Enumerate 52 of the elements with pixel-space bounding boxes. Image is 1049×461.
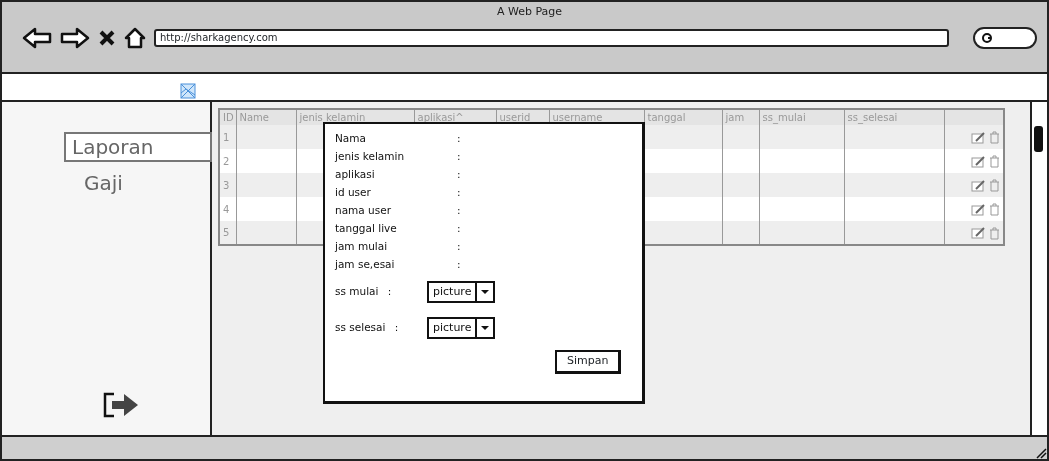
broken-image-icon xyxy=(180,82,196,99)
forward-icon[interactable] xyxy=(60,26,90,49)
search-icon xyxy=(981,31,993,44)
field-label: ss mulai xyxy=(335,285,379,298)
field-label: jam mulai xyxy=(335,239,389,255)
edit-icon[interactable] xyxy=(970,227,986,239)
colon: : xyxy=(457,203,461,219)
column-header: ID xyxy=(219,109,236,125)
field-label: nama user xyxy=(335,203,392,219)
caret-icon xyxy=(481,290,490,294)
back-icon[interactable] xyxy=(22,26,52,49)
url-field[interactable]: http://sharkagency.com xyxy=(154,28,949,47)
column-header: ss_selesai xyxy=(844,109,944,125)
colon: : xyxy=(387,285,392,298)
table-cell: 5 xyxy=(219,221,236,245)
dropdown[interactable]: picture xyxy=(427,281,496,303)
sidebar-item[interactable]: Gaji xyxy=(78,170,129,196)
field-label: jam se,esai xyxy=(335,257,396,273)
column-header: jam xyxy=(722,109,759,125)
edit-icon[interactable] xyxy=(970,203,986,216)
colon: : xyxy=(457,167,461,183)
field-label: tanggal live xyxy=(335,221,398,237)
field-label: ss selesai xyxy=(335,321,386,334)
column-header: Name xyxy=(236,109,296,125)
colon: : xyxy=(457,239,461,255)
colon: : xyxy=(394,321,399,334)
edit-icon[interactable] xyxy=(970,155,986,168)
field-label: Nama xyxy=(335,131,367,147)
search-field[interactable] xyxy=(973,26,1037,49)
sidebar-item[interactable]: Laporan xyxy=(64,132,212,162)
save-button[interactable]: Simpan xyxy=(555,350,622,374)
scrollbar[interactable] xyxy=(1032,124,1045,154)
edit-icon[interactable] xyxy=(970,131,986,144)
column-header: tanggal xyxy=(644,109,722,125)
field-label: jenis kelamin xyxy=(335,149,406,165)
colon: : xyxy=(457,221,461,237)
table-cell: 3 xyxy=(219,173,236,197)
field-label: id user xyxy=(335,185,372,201)
field-label: aplikasi xyxy=(335,167,376,183)
dropdown[interactable]: picture xyxy=(427,317,496,339)
window-title: A Web Page xyxy=(495,4,564,20)
edit-icon[interactable] xyxy=(970,179,986,192)
colon: : xyxy=(457,131,461,147)
column-header: ss_mulai xyxy=(759,109,844,125)
column-header: jenis kelamin xyxy=(296,109,414,125)
colon: : xyxy=(457,257,461,273)
table-cell: 1 xyxy=(219,125,236,149)
home-icon[interactable] xyxy=(124,26,146,49)
colon: : xyxy=(457,185,461,201)
close-icon[interactable] xyxy=(98,28,116,47)
caret-icon xyxy=(481,326,490,330)
colon: : xyxy=(457,149,461,165)
